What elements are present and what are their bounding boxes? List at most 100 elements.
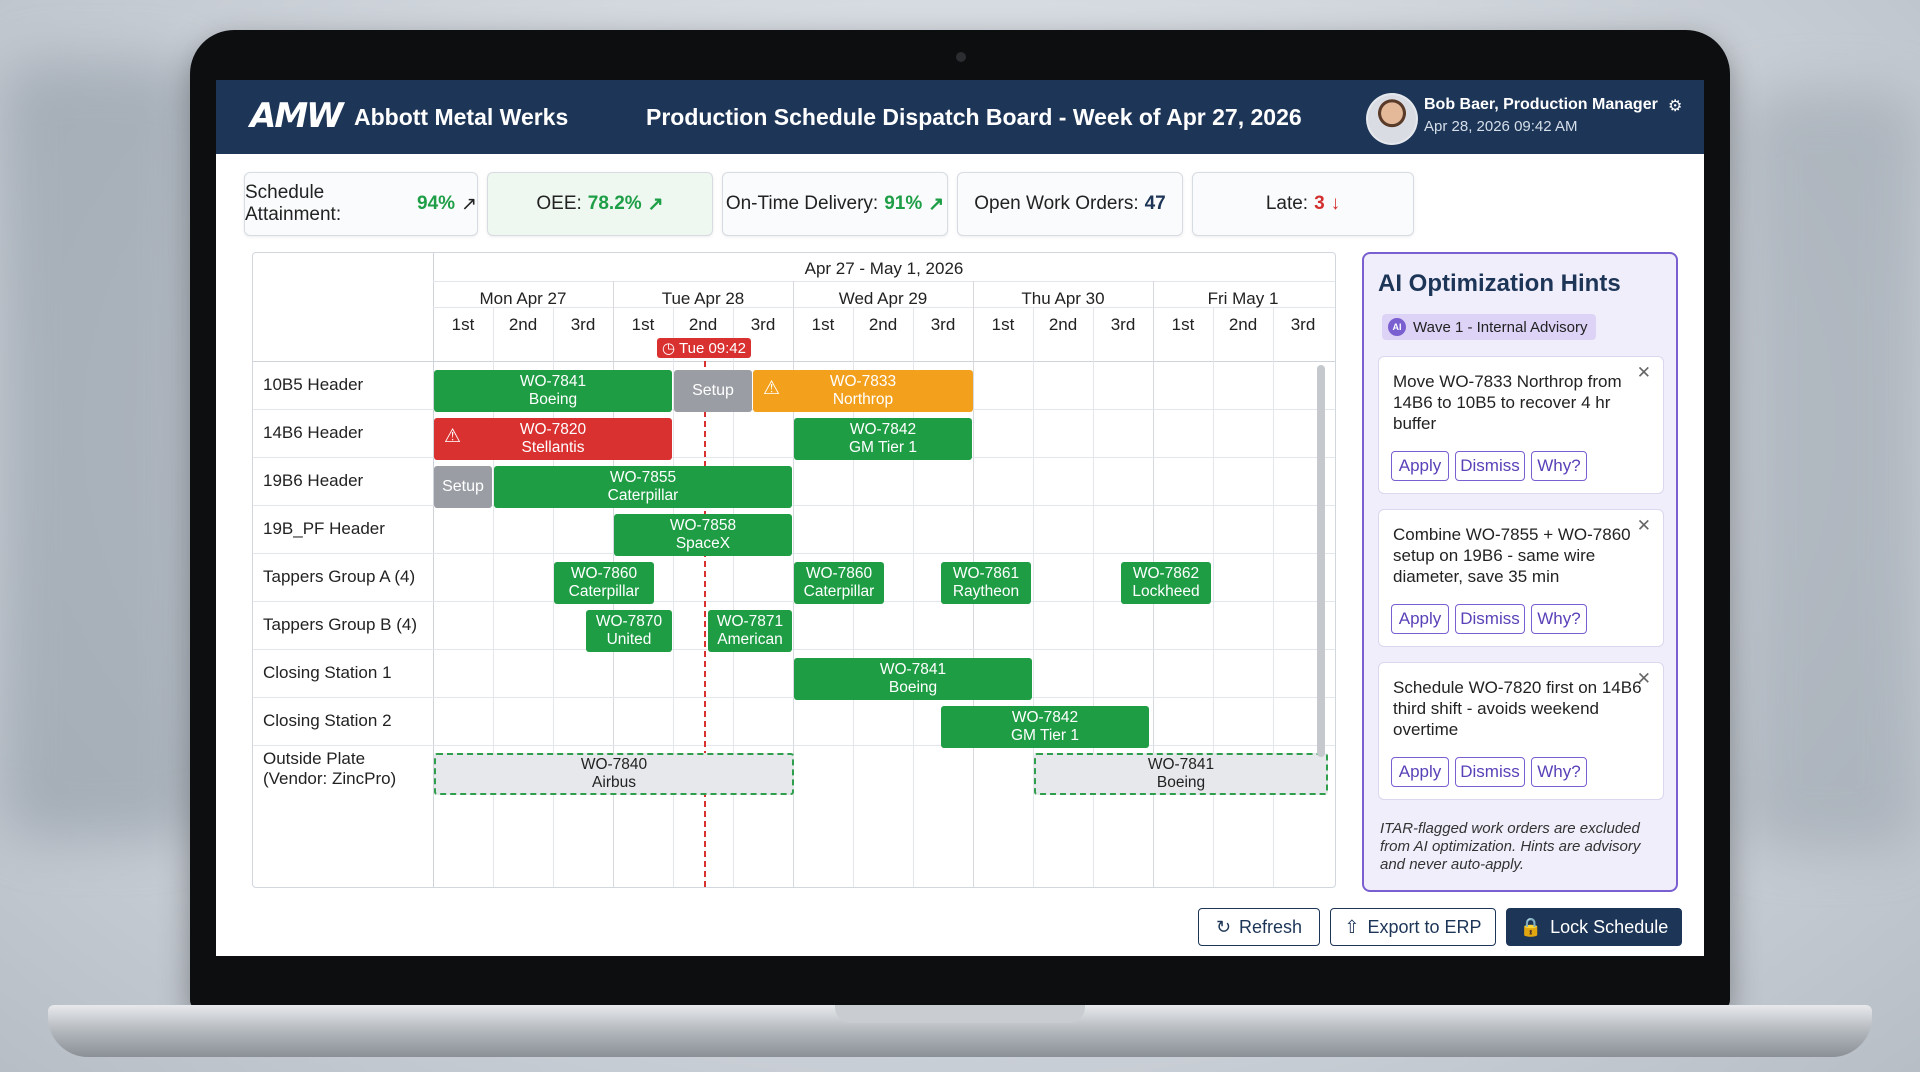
grid-line: [1213, 307, 1214, 887]
shift-header: 1st: [991, 315, 1015, 334]
lock-label: Lock Schedule: [1550, 916, 1669, 937]
work-order-bar[interactable]: WO-7842 GM Tier 1: [794, 418, 972, 460]
trend-up-icon: ↗: [928, 193, 945, 215]
grid-line: [433, 281, 1335, 282]
work-order-bar[interactable]: WO-7861 Raytheon: [941, 562, 1031, 604]
laptop-notch: [835, 1005, 1085, 1023]
dismiss-button[interactable]: Dismiss: [1455, 451, 1525, 481]
refresh-label: Refresh: [1239, 916, 1303, 937]
work-order-id: WO-7855: [609, 469, 677, 486]
close-icon[interactable]: ✕: [1637, 669, 1651, 689]
kpi-label: Schedule Attainment:: [245, 182, 342, 225]
kpi-schedule-attainment[interactable]: Schedule Attainment: 94% ↗: [244, 172, 478, 236]
work-order-bar[interactable]: WO-7862 Lockheed: [1121, 562, 1211, 604]
dismiss-button[interactable]: Dismiss: [1455, 604, 1525, 634]
work-order-id: WO-7860: [805, 565, 873, 582]
why-button[interactable]: Why?: [1531, 757, 1587, 787]
customer-name: Boeing: [528, 391, 578, 408]
why-button[interactable]: Why?: [1531, 604, 1587, 634]
customer-name: GM Tier 1: [848, 439, 918, 456]
customer-name: Airbus: [592, 774, 636, 791]
shift-header: 1st: [631, 315, 655, 334]
close-icon[interactable]: ✕: [1637, 516, 1651, 536]
export-to-erp-button[interactable]: ⇧ Export to ERP: [1330, 908, 1496, 946]
grid-line: [253, 553, 1335, 554]
shift-header: 2nd: [868, 315, 898, 334]
work-order-bar-at-risk[interactable]: ⚠ WO-7833 Northrop: [753, 370, 973, 412]
work-order-bar[interactable]: WO-7860 Caterpillar: [794, 562, 884, 604]
work-order-id: WO-7871: [716, 613, 784, 630]
wave-badge-label: Wave 1 - Internal Advisory: [1413, 318, 1588, 336]
why-button[interactable]: Why?: [1531, 451, 1587, 481]
background-blur: [1740, 90, 1920, 850]
warning-icon: ⚠: [763, 378, 781, 399]
outside-process-bar[interactable]: WO-7840 Airbus: [434, 753, 794, 795]
upload-icon: ⇧: [1344, 916, 1360, 937]
customer-name: Northrop: [832, 391, 894, 408]
shift-header: 1st: [451, 315, 475, 334]
hint-card: Move WO-7833 Northrop from 14B6 to 10B5 …: [1378, 356, 1664, 494]
work-order-bar[interactable]: WO-7841 Boeing: [434, 370, 672, 412]
user-avatar[interactable]: [1366, 93, 1418, 145]
setup-bar[interactable]: Setup: [674, 370, 752, 412]
shift-header: 3rd: [930, 315, 956, 334]
work-order-bar-late[interactable]: ⚠ WO-7820 Stellantis: [434, 418, 672, 460]
row-label-tappers-a: Tappers Group A (4): [263, 567, 416, 586]
app-screen: AMW Abbott Metal Werks Production Schedu…: [216, 80, 1704, 956]
work-order-bar[interactable]: WO-7855 Caterpillar: [494, 466, 792, 508]
apply-button[interactable]: Apply: [1391, 757, 1449, 787]
work-order-id: WO-7840: [580, 756, 648, 773]
customer-name: American: [717, 631, 783, 648]
work-order-id: WO-7842: [849, 421, 917, 438]
shift-header: 2nd: [508, 315, 538, 334]
work-order-bar[interactable]: WO-7871 American: [708, 610, 792, 652]
row-label-19b6: 19B6 Header: [263, 471, 364, 490]
work-order-bar[interactable]: WO-7870 United: [586, 610, 672, 652]
customer-name: Stellantis: [521, 439, 585, 456]
ai-hints-panel: AI Optimization Hints AI Wave 1 - Intern…: [1362, 252, 1678, 892]
customer-name: Caterpillar: [607, 487, 679, 504]
shift-header: 1st: [811, 315, 835, 334]
work-order-bar[interactable]: WO-7860 Caterpillar: [554, 562, 654, 604]
work-order-bar[interactable]: WO-7858 SpaceX: [614, 514, 792, 556]
ai-icon: AI: [1388, 318, 1406, 336]
row-label-tappers-b: Tappers Group B (4): [263, 615, 418, 634]
shift-header: 2nd: [1228, 315, 1258, 334]
work-order-id: WO-7842: [1011, 709, 1079, 726]
day-header: Tue Apr 28: [661, 289, 745, 308]
work-order-bar[interactable]: WO-7842 GM Tier 1: [941, 706, 1149, 748]
work-order-id: WO-7833: [829, 373, 897, 390]
kpi-label: On-Time Delivery:: [725, 193, 879, 214]
kpi-label: Open Work Orders:: [974, 193, 1139, 214]
schedule-gantt: Apr 27 - May 1, 2026 Mon Apr 27 Tue Apr …: [252, 252, 1336, 888]
kpi-value: 3: [1314, 193, 1325, 214]
export-label: Export to ERP: [1367, 916, 1482, 937]
kpi-value: 91%: [884, 193, 923, 214]
grid-line: [253, 649, 1335, 650]
refresh-button[interactable]: ↻ Refresh: [1198, 908, 1320, 946]
dismiss-button[interactable]: Dismiss: [1455, 757, 1525, 787]
setup-bar[interactable]: Setup: [434, 466, 492, 508]
vertical-scrollbar[interactable]: [1317, 365, 1325, 757]
apply-button[interactable]: Apply: [1391, 604, 1449, 634]
shift-header: 3rd: [570, 315, 596, 334]
kpi-open-work-orders[interactable]: Open Work Orders: 47: [957, 172, 1183, 236]
kpi-late[interactable]: Late: 3 ↓: [1192, 172, 1414, 236]
work-order-id: WO-7820: [519, 421, 587, 438]
kpi-value: 94%: [417, 193, 456, 214]
ai-panel-title: AI Optimization Hints: [1378, 270, 1621, 297]
trend-up-icon: ↗: [461, 193, 477, 215]
work-order-bar[interactable]: WO-7841 Boeing: [794, 658, 1032, 700]
apply-button[interactable]: Apply: [1391, 451, 1449, 481]
outside-process-bar[interactable]: WO-7841 Boeing: [1034, 753, 1328, 795]
kpi-oee[interactable]: OEE: 78.2% ↗: [487, 172, 713, 236]
close-icon[interactable]: ✕: [1637, 363, 1651, 383]
hint-text: Move WO-7833 Northrop from 14B6 to 10B5 …: [1393, 372, 1622, 433]
lock-schedule-button[interactable]: 🔒 Lock Schedule: [1506, 908, 1682, 946]
lock-icon: 🔒: [1519, 916, 1543, 937]
hint-text: Schedule WO-7820 first on 14B6 third shi…: [1393, 678, 1642, 739]
itar-note: ITAR-flagged work orders are excluded fr…: [1380, 820, 1641, 873]
kpi-on-time-delivery[interactable]: On-Time Delivery: 91% ↗: [722, 172, 948, 236]
row-label-19b-pf: 19B_PF Header: [263, 519, 385, 538]
row-label-closing-1: Closing Station 1: [263, 663, 392, 682]
